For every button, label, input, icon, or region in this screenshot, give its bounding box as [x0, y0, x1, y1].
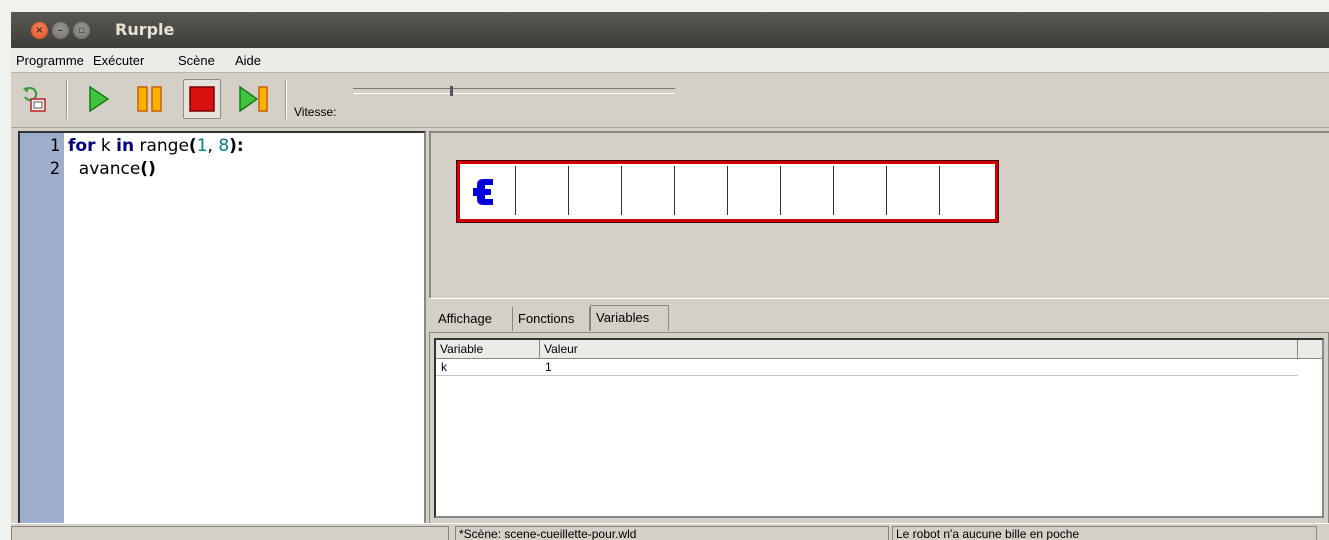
tab-fonctions[interactable]: Fonctions	[513, 307, 590, 331]
line-number-gutter: 1 2	[20, 133, 64, 524]
reload-world-icon	[23, 87, 46, 112]
toolbar-separator	[66, 79, 68, 119]
minimize-icon: –	[58, 25, 63, 36]
speed-slider[interactable]	[353, 88, 675, 94]
status-bar: *Scène: scene-cueillette-pour.wld Le rob…	[11, 523, 1329, 540]
status-scene: *Scène: scene-cueillette-pour.wld	[455, 526, 889, 540]
code-token: for	[68, 136, 96, 156]
world-cell	[939, 166, 992, 215]
tab-variables[interactable]: Variables	[590, 305, 669, 331]
close-icon: ×	[35, 25, 44, 36]
reload-world-button[interactable]	[15, 79, 53, 119]
maximize-icon: ▫	[78, 25, 85, 36]
table-header: Variable Valeur	[436, 340, 1322, 359]
line-number: 1	[49, 136, 60, 156]
code-token: ()	[140, 159, 156, 179]
status-field-empty	[11, 526, 449, 540]
world-cell	[515, 166, 568, 215]
column-header-valeur[interactable]: Valeur	[540, 340, 1298, 358]
menu-aide[interactable]: Aide	[235, 53, 261, 68]
world-cell	[621, 166, 674, 215]
menu-bar: Programme Exécuter Scène Aide	[11, 48, 1329, 73]
play-icon	[89, 85, 110, 113]
table-row[interactable]: k 1	[436, 359, 1298, 376]
speed-label: Vitesse:	[294, 105, 337, 119]
stop-icon	[189, 86, 215, 112]
code-token: 1	[196, 136, 208, 156]
minimize-window-button[interactable]: –	[52, 22, 69, 39]
code-token: (	[188, 136, 197, 156]
step-icon	[239, 85, 268, 113]
code-line-2[interactable]: avance()	[68, 159, 156, 179]
variable-name-cell: k	[441, 360, 447, 374]
tab-affichage[interactable]: Affichage	[433, 307, 513, 331]
code-line-1[interactable]: for k in range(1, 8):	[68, 136, 244, 156]
menu-executer[interactable]: Exécuter	[93, 53, 144, 68]
code-token: avance	[68, 159, 141, 179]
column-header-variable[interactable]: Variable	[436, 340, 540, 358]
world-grid	[457, 161, 998, 222]
app-window: × – ▫ Rurple Programme Exécuter Scène Ai…	[11, 12, 1329, 540]
panel-splitter[interactable]	[429, 298, 1329, 305]
menu-scene[interactable]: Scène	[178, 53, 215, 68]
world-cell	[886, 166, 939, 215]
world-cell	[674, 166, 727, 215]
pause-icon	[137, 86, 162, 112]
code-token: 8	[218, 136, 230, 156]
maximize-window-button[interactable]: ▫	[73, 22, 90, 39]
code-token: k	[95, 136, 117, 156]
world-cell	[833, 166, 886, 215]
code-token: ):	[229, 136, 244, 156]
step-button[interactable]	[235, 79, 273, 119]
world-cell	[780, 166, 833, 215]
code-token: range	[134, 136, 189, 156]
desktop-edge	[0, 0, 11, 540]
toolbar: Vitesse:	[11, 73, 1329, 128]
code-token: ,	[207, 136, 219, 156]
speed-slider-thumb[interactable]	[450, 86, 453, 96]
close-window-button[interactable]: ×	[31, 22, 48, 39]
menu-programme[interactable]: Programme	[16, 53, 84, 68]
world-view	[429, 131, 1329, 299]
title-bar: × – ▫ Rurple	[11, 12, 1329, 48]
desktop-edge-top	[11, 0, 1329, 12]
robot-icon	[473, 179, 493, 205]
window-title: Rurple	[115, 20, 175, 39]
world-cell	[568, 166, 621, 215]
variable-value-cell: 1	[545, 360, 552, 374]
toolbar-separator	[285, 79, 287, 119]
status-robot: Le robot n'a aucune bille en poche	[892, 526, 1317, 540]
stop-button[interactable]	[183, 79, 221, 119]
run-button[interactable]	[79, 79, 117, 119]
code-editor[interactable]: 1 2 for k in range(1, 8): avance()	[18, 131, 426, 526]
pause-button[interactable]	[131, 79, 169, 119]
line-number: 2	[49, 159, 60, 179]
code-token: in	[116, 136, 135, 156]
variables-panel: Variable Valeur k 1	[429, 332, 1329, 524]
world-cell	[727, 166, 780, 215]
variables-table: Variable Valeur k 1	[434, 338, 1324, 518]
